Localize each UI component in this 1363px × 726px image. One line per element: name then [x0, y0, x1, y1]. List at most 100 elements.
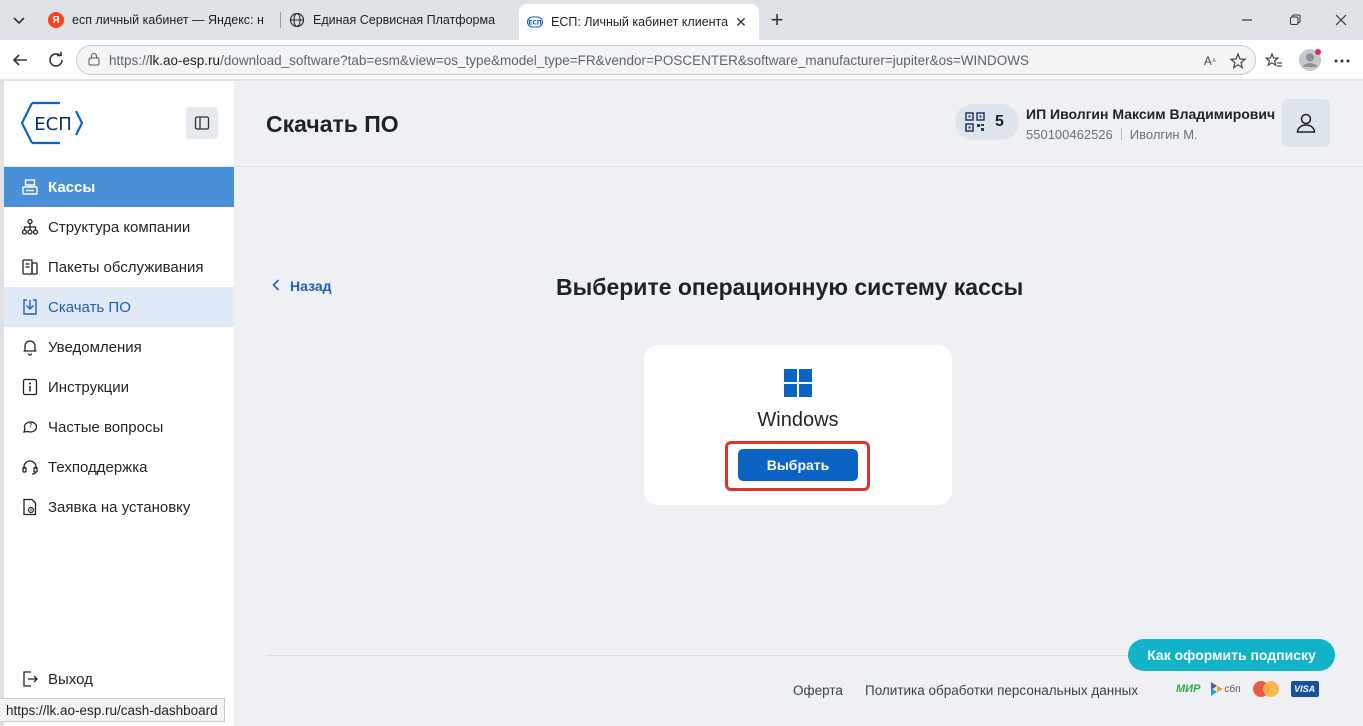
logout-icon — [20, 669, 40, 689]
cash-register-icon — [20, 177, 40, 197]
windows-logo-icon — [784, 369, 812, 397]
sidebar-collapse-button[interactable] — [186, 107, 218, 139]
faq-icon: ? — [20, 417, 40, 437]
section-title: Выберите операционную систему кассы — [556, 274, 1024, 300]
sidebar-item-service-packages[interactable]: Пакеты обслуживания — [4, 247, 234, 287]
logout-label: Выход — [48, 670, 93, 688]
app-frame: ЕСП Кассы Структура компании Пакеты обсл… — [4, 81, 1363, 726]
svg-text:?: ? — [29, 422, 33, 430]
info-icon — [20, 377, 40, 397]
user-icon — [1296, 113, 1316, 133]
sbp-text: сбп — [1224, 683, 1241, 695]
sidebar-item-kassy[interactable]: Кассы — [4, 167, 234, 207]
tab-title: есп личный кабинет — Яндекс: н — [72, 13, 264, 27]
mastercard-logo — [1251, 680, 1281, 698]
address-bar[interactable]: https://lk.ao-esp.ru/download_software?t… — [76, 45, 1256, 75]
sbp-mark-icon — [1211, 682, 1224, 696]
browser-tab-esp-cabinet[interactable]: ЕСП ЕСП: Личный кабинет клиента ✕ — [519, 4, 759, 40]
payment-logos: МИР сбп VISA — [1176, 680, 1329, 698]
browser-toolbar: https://lk.ao-esp.ru/download_software?t… — [0, 40, 1363, 80]
sidebar-menu: Кассы Структура компании Пакеты обслужив… — [4, 167, 234, 527]
back-arrow-icon[interactable] — [6, 46, 34, 74]
os-card-windows: Windows Выбрать — [644, 345, 952, 505]
sidebar-item-instructions[interactable]: Инструкции — [4, 367, 234, 407]
sidebar: ЕСП Кассы Структура компании Пакеты обсл… — [4, 81, 234, 726]
browser-tab-esp-platform[interactable]: Единая Сервисная Платформа — [281, 4, 517, 36]
sidebar-item-label: Уведомления — [48, 338, 142, 356]
sidebar-item-download-software[interactable]: Скачать ПО — [4, 287, 234, 327]
select-os-button[interactable]: Выбрать — [738, 449, 858, 481]
page-header: Скачать ПО 5 ИП Иволгин Максим Владимиро… — [234, 81, 1363, 167]
svg-text:ЕСП: ЕСП — [528, 20, 542, 27]
logout-button[interactable]: Выход — [4, 659, 234, 699]
tab-title: ЕСП: Личный кабинет клиента — [551, 15, 729, 29]
url-host: lk.ao-esp.ru — [149, 52, 221, 68]
sidebar-item-support[interactable]: Техподдержка — [4, 447, 234, 487]
favorites-icon[interactable] — [1264, 51, 1284, 71]
site-info-icon[interactable] — [87, 52, 101, 69]
sidebar-item-label: Частые вопросы — [48, 418, 164, 436]
read-aloud-icon[interactable]: Aᐞ — [1200, 51, 1220, 71]
url-text: https://lk.ao-esp.ru/download_software?t… — [109, 53, 1029, 68]
sidebar-item-label: Структура компании — [48, 218, 191, 236]
esp-icon: ЕСП — [527, 14, 543, 30]
sidebar-item-label: Кассы — [48, 178, 96, 196]
os-name: Windows — [757, 409, 839, 431]
tab-title: Единая Сервисная Платформа — [313, 13, 496, 27]
download-icon — [20, 297, 40, 317]
sidebar-item-install-request[interactable]: Заявка на установку — [4, 487, 234, 527]
offer-link[interactable]: Оферта — [793, 683, 843, 698]
esp-logo[interactable]: ЕСП — [20, 101, 86, 145]
close-window-icon[interactable] — [1318, 6, 1363, 34]
subscribe-help-button[interactable]: Как оформить подписку — [1128, 639, 1335, 671]
url-path: /download_software?tab=esm&view=os_type&… — [220, 52, 1029, 68]
more-menu-icon[interactable] — [1332, 51, 1352, 71]
qr-code-badge[interactable]: 5 — [955, 104, 1019, 140]
qr-code-icon — [965, 112, 985, 132]
qr-count: 5 — [995, 113, 1004, 130]
sbp-logo: сбп — [1210, 681, 1241, 697]
visa-logo: VISA — [1290, 681, 1319, 697]
globe-icon — [289, 12, 305, 28]
mir-logo: МИР — [1176, 683, 1201, 695]
url-prefix: https:// — [109, 52, 150, 68]
user-name: ИП Иволгин Максим Владимирович — [1026, 106, 1276, 122]
user-short-name: Иволгин М. — [1129, 127, 1198, 142]
logout: Выход — [4, 659, 234, 699]
minimize-icon[interactable] — [1224, 6, 1270, 34]
user-inn: 550100462526 — [1026, 127, 1113, 142]
sidebar-item-label: Техподдержка — [48, 458, 148, 476]
status-bar-url: https://lk.ao-esp.ru/cash-dashboard — [0, 698, 225, 722]
new-tab-plus-icon[interactable]: + — [764, 7, 790, 32]
browser-tab-yandex[interactable]: Я есп личный кабинет — Яндекс: н — [40, 4, 280, 36]
sidebar-item-notifications[interactable]: Уведомления — [4, 327, 234, 367]
close-tab-icon[interactable]: ✕ — [731, 12, 751, 32]
favorite-star-icon[interactable] — [1228, 51, 1248, 71]
sidebar-toggle-icon — [194, 116, 210, 130]
bell-icon — [20, 337, 40, 357]
tab-actions-chevron-icon[interactable] — [6, 7, 32, 33]
chevron-left-icon — [272, 278, 280, 294]
profile-avatar-icon[interactable] — [1298, 48, 1322, 72]
service-package-icon — [20, 257, 40, 277]
restore-icon[interactable] — [1272, 6, 1318, 34]
sidebar-item-label: Скачать ПО — [48, 298, 131, 316]
meta-divider — [1120, 128, 1122, 140]
back-link[interactable]: Назад — [272, 278, 332, 294]
headset-icon — [20, 457, 40, 477]
install-request-icon — [20, 497, 40, 517]
logo-text: ЕСП — [34, 114, 71, 135]
sidebar-item-label: Пакеты обслуживания — [48, 258, 204, 276]
org-structure-icon — [20, 217, 40, 237]
sidebar-item-company-structure[interactable]: Структура компании — [4, 207, 234, 247]
page-title: Скачать ПО — [266, 111, 399, 137]
user-meta: 550100462526 Иволгин М. — [1026, 127, 1198, 142]
sidebar-item-label: Заявка на установку — [48, 498, 191, 516]
reload-icon[interactable] — [42, 46, 70, 74]
back-label: Назад — [290, 278, 332, 294]
browser-tabstrip: Я есп личный кабинет — Яндекс: н Единая … — [0, 0, 1363, 40]
sidebar-item-faq[interactable]: ? Частые вопросы — [4, 407, 234, 447]
privacy-policy-link[interactable]: Политика обработки персональных данных — [865, 683, 1138, 698]
user-profile-button[interactable] — [1282, 99, 1330, 147]
sidebar-item-label: Инструкции — [48, 378, 130, 396]
